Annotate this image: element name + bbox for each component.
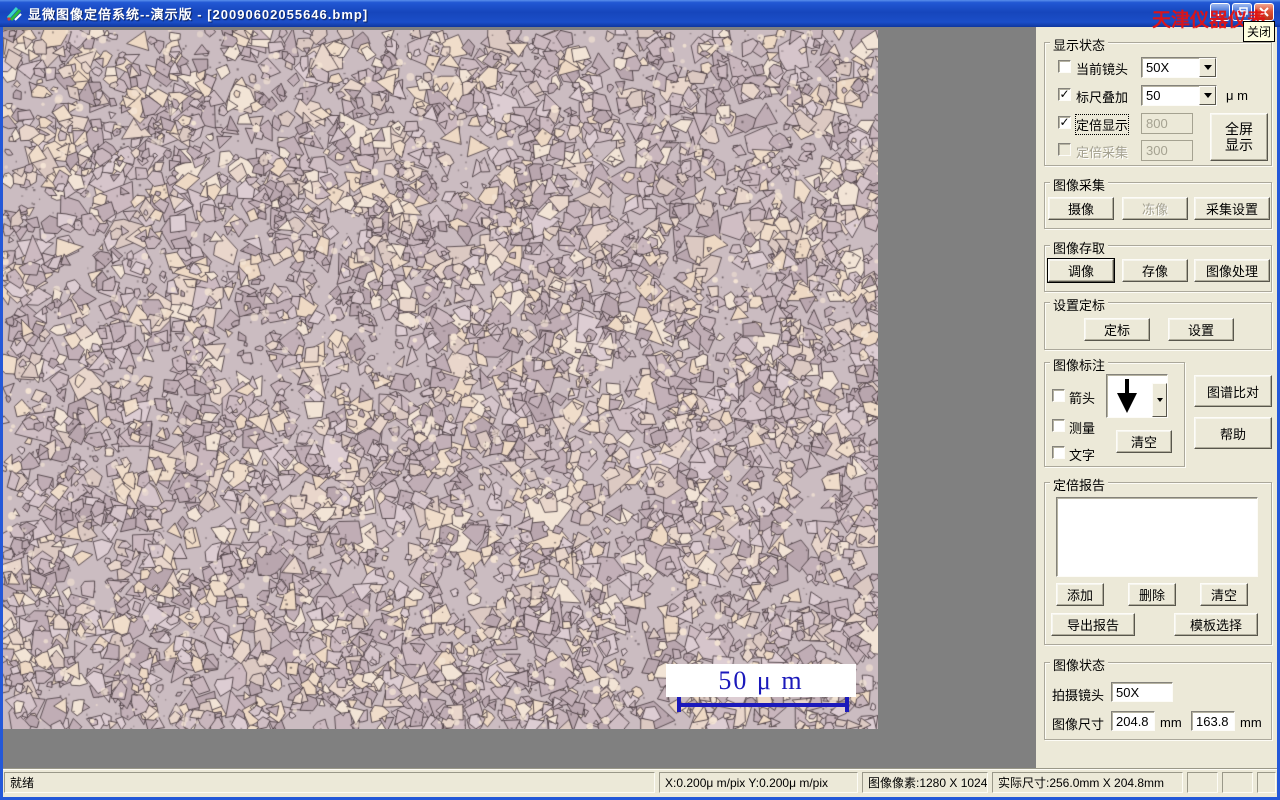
report-add-button[interactable]: 添加 (1056, 583, 1104, 606)
measure-checkbox[interactable] (1052, 419, 1065, 432)
status-spare-1 (1187, 772, 1218, 793)
group-calibration-title: 设置定标 (1050, 295, 1109, 314)
group-annotation-title: 图像标注 (1050, 355, 1109, 374)
text-label: 文字 (1069, 448, 1096, 463)
scale-bar-tick-left (677, 697, 681, 712)
scale-bar-label-box: 50 μ m (666, 664, 856, 697)
report-listbox[interactable] (1056, 497, 1258, 577)
group-display-status-title: 显示状态 (1050, 35, 1109, 54)
arrow-down-icon (1111, 377, 1143, 420)
annotation-clear-button[interactable]: 清空 (1116, 430, 1172, 453)
current-lens-checkbox[interactable] (1058, 60, 1071, 73)
app-window: 显微图像定倍系统--演示版 - [20090602055646.bmp] 天津仪… (0, 0, 1280, 800)
scale-overlay-label: 标尺叠加 (1076, 90, 1129, 105)
fixed-capture-checkbox (1058, 143, 1071, 156)
capture-settings-button[interactable]: 采集设置 (1194, 197, 1270, 220)
status-image-pixels: 图像像素:1280 X 1024 (862, 772, 988, 793)
shooting-lens-label: 拍摄镜头 (1052, 688, 1105, 703)
fullscreen-button[interactable]: 全屏 显示 (1210, 113, 1268, 161)
settings-button[interactable]: 设置 (1168, 318, 1234, 341)
help-button[interactable]: 帮助 (1194, 417, 1272, 449)
atlas-compare-button[interactable]: 图谱比对 (1194, 375, 1272, 407)
fixed-capture-input (1141, 140, 1193, 161)
scale-value-combo[interactable]: 50 (1141, 85, 1217, 106)
arrow-label: 箭头 (1069, 391, 1096, 406)
window-title: 显微图像定倍系统--演示版 - [20090602055646.bmp] (28, 7, 369, 22)
freeze-button: 冻像 (1122, 197, 1188, 220)
chevron-down-icon[interactable] (1199, 86, 1216, 105)
group-report-title: 定倍报告 (1050, 475, 1109, 494)
fixed-display-label: 定倍显示 (1074, 114, 1130, 135)
micrograph-viewer[interactable]: 50 μ m (3, 30, 878, 729)
group-image-status-title: 图像状态 (1050, 655, 1109, 674)
scale-bar-tick-right (845, 697, 849, 712)
export-report-button[interactable]: 导出报告 (1051, 613, 1135, 636)
status-actual-size: 实际尺寸:256.0mm X 204.8mm (992, 772, 1183, 793)
current-lens-combo[interactable]: 50X (1141, 57, 1217, 78)
fixed-display-input (1141, 113, 1193, 134)
status-pixel-scale: X:0.200μ m/pix Y:0.200μ m/pix (659, 772, 858, 793)
scale-unit-label: μ m (1226, 88, 1248, 103)
close-tooltip: 关闭 (1243, 21, 1276, 42)
measure-label: 测量 (1069, 421, 1096, 436)
app-icon (6, 5, 23, 22)
arrow-style-combo[interactable] (1106, 374, 1168, 418)
status-spare-3 (1257, 772, 1276, 793)
height-unit-label: mm (1240, 715, 1262, 730)
shoot-button[interactable]: 摄像 (1048, 197, 1114, 220)
chevron-down-icon[interactable] (1199, 58, 1216, 77)
title-bar[interactable]: 显微图像定倍系统--演示版 - [20090602055646.bmp] 天津仪… (0, 0, 1280, 31)
chevron-down-icon[interactable] (1152, 383, 1167, 417)
micrograph-image (3, 30, 878, 729)
image-size-label: 图像尺寸 (1052, 717, 1105, 732)
save-image-button[interactable]: 存像 (1122, 259, 1188, 282)
text-checkbox[interactable] (1052, 446, 1065, 459)
current-lens-label: 当前镜头 (1076, 62, 1129, 77)
scale-bar-line (677, 703, 849, 707)
scale-bar-label: 50 μ m (718, 665, 804, 695)
status-ready: 就绪 (4, 772, 655, 793)
scale-overlay-checkbox[interactable] (1058, 88, 1071, 101)
fixed-display-checkbox[interactable] (1058, 116, 1071, 129)
arrow-checkbox[interactable] (1052, 389, 1065, 402)
image-width-input[interactable] (1111, 711, 1155, 731)
load-image-button[interactable]: 调像 (1047, 258, 1115, 283)
control-panel: 显示状态 当前镜头 50X 标尺叠加 50 μ m 定倍显示 定倍采集 全屏 显… (1036, 27, 1277, 768)
image-height-input[interactable] (1191, 711, 1235, 731)
window-border-left (0, 27, 3, 800)
shooting-lens-input[interactable] (1111, 682, 1173, 702)
template-select-button[interactable]: 模板选择 (1174, 613, 1258, 636)
report-delete-button[interactable]: 删除 (1128, 583, 1176, 606)
status-bar: 就绪 X:0.200μ m/pix Y:0.200μ m/pix 图像像素:12… (3, 768, 1277, 797)
calibrate-button[interactable]: 定标 (1084, 318, 1150, 341)
group-capture-title: 图像采集 (1050, 175, 1109, 194)
image-process-button[interactable]: 图像处理 (1194, 259, 1270, 282)
group-storage-title: 图像存取 (1050, 238, 1109, 257)
width-unit-label: mm (1160, 715, 1182, 730)
fixed-capture-label: 定倍采集 (1076, 145, 1129, 160)
status-spare-2 (1222, 772, 1253, 793)
report-clear-button[interactable]: 清空 (1200, 583, 1248, 606)
